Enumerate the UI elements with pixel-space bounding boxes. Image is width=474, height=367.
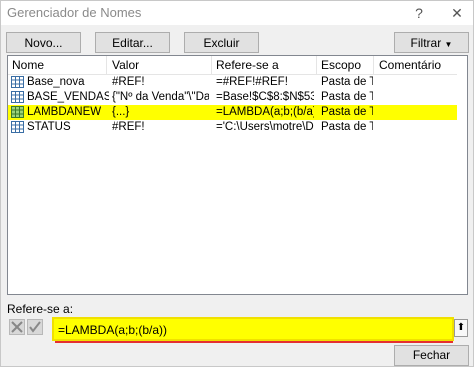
table-row[interactable]: STATUS #REF! ='C:\Users\motre\Doc... Pas… (8, 120, 467, 135)
help-icon[interactable]: ? (409, 3, 429, 23)
close-button[interactable]: Fechar (394, 345, 469, 366)
cancel-edit-icon[interactable] (9, 319, 25, 335)
collapse-dialog-icon[interactable]: ⬆ (454, 319, 468, 337)
table-row-selected[interactable]: LAMBDANEW {...} =LAMBDA(a;b;(b/a)) Pasta… (8, 105, 467, 120)
table-grid-icon (11, 76, 24, 88)
new-button[interactable]: Novo... (6, 32, 81, 53)
table-grid-icon (11, 91, 24, 103)
column-header-name[interactable]: Nome (12, 58, 44, 72)
column-header-scope[interactable]: Escopo (321, 58, 361, 72)
delete-button-label: Excluir (203, 36, 240, 50)
row-refers: =LAMBDA(a;b;(b/a)) (216, 106, 314, 118)
row-name: LAMBDANEW (27, 106, 102, 118)
column-header-refers[interactable]: Refere-se a (216, 58, 279, 72)
edit-button[interactable]: Editar... (95, 32, 170, 53)
delete-button[interactable]: Excluir (184, 32, 259, 53)
highlight-underline (55, 341, 453, 343)
row-scope: Pasta de T... (321, 121, 373, 133)
row-name: BASE_VENDAS (27, 91, 109, 103)
column-header-comment[interactable]: Comentário (379, 58, 441, 72)
filter-button-label: Filtrar (410, 36, 442, 50)
refers-to-input[interactable]: =LAMBDA(a;b;(b/a)) (52, 317, 454, 341)
vertical-scrollbar[interactable] (457, 74, 467, 294)
dropdown-arrow-icon: ▼ (444, 40, 453, 49)
row-refers: ='C:\Users\motre\Doc... (216, 121, 314, 133)
row-name: STATUS (27, 121, 71, 133)
names-list[interactable]: Nome Valor Refere-se a Escopo Comentário… (7, 55, 468, 295)
dialog-title: Gerenciador de Nomes (7, 5, 142, 20)
list-header: Nome Valor Refere-se a Escopo Comentário (8, 56, 467, 75)
new-button-label: Novo... (24, 36, 63, 50)
filter-button[interactable]: Filtrar ▼ (394, 32, 469, 53)
table-row[interactable]: Base_nova #REF! =#REF!#REF! Pasta de T..… (8, 75, 467, 90)
table-grid-icon (11, 106, 24, 118)
table-grid-icon (11, 121, 24, 133)
row-scope: Pasta de T... (321, 76, 373, 88)
edit-button-label: Editar... (112, 36, 153, 50)
row-value: #REF! (112, 76, 145, 88)
title-bar: Gerenciador de Nomes ? ✕ (1, 1, 473, 25)
row-value: {...} (112, 106, 130, 118)
column-header-value[interactable]: Valor (112, 58, 139, 72)
row-scope: Pasta de T... (321, 91, 373, 103)
refers-to-label: Refere-se a: (7, 302, 74, 316)
name-manager-dialog: Gerenciador de Nomes ? ✕ Novo... Editar.… (0, 0, 474, 367)
row-scope: Pasta de T... (321, 106, 373, 118)
table-row[interactable]: BASE_VENDAS {"Nº da Venda"\"Data... =Bas… (8, 90, 467, 105)
close-icon[interactable]: ✕ (447, 3, 467, 23)
row-value: {"Nº da Venda"\"Data... (112, 91, 209, 103)
row-name: Base_nova (27, 76, 85, 88)
close-button-label: Fechar (412, 348, 451, 362)
refers-to-value: =LAMBDA(a;b;(b/a)) (58, 323, 168, 337)
refers-to-area: =LAMBDA(a;b;(b/a)) ⬆ (7, 317, 468, 343)
row-value: #REF! (112, 121, 145, 133)
row-refers: =#REF!#REF! (216, 76, 288, 88)
row-refers: =Base!$C$8:$N$5351 (216, 91, 314, 103)
confirm-edit-icon[interactable] (27, 319, 43, 335)
